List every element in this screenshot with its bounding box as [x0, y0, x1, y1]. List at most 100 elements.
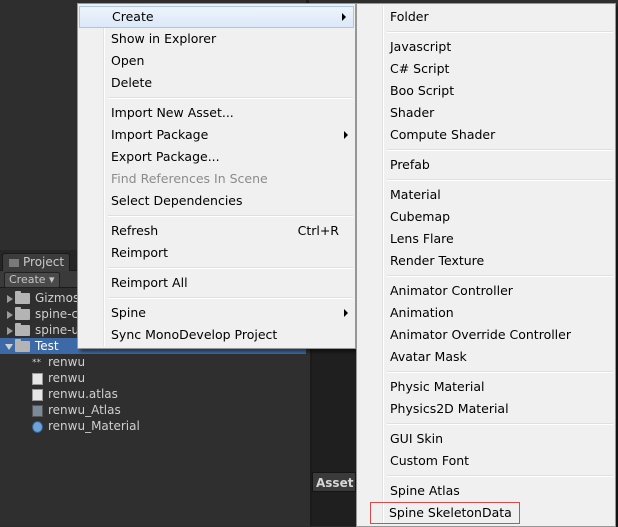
- menu-item-lens-flare[interactable]: Lens Flare: [357, 228, 615, 250]
- menu-item-boo-script[interactable]: Boo Script: [357, 80, 615, 102]
- tree-item-label: spine-c: [35, 307, 79, 321]
- menu-item-select-dependencies[interactable]: Select Dependencies: [78, 190, 355, 212]
- menu-item-csharp-script[interactable]: C# Script: [357, 58, 615, 80]
- context-menu: Create Show in Explorer Open Delete Impo…: [77, 3, 356, 349]
- menu-item-reimport[interactable]: Reimport: [78, 242, 355, 264]
- menu-item-label: Cubemap: [390, 209, 451, 224]
- menu-item-label: Refresh: [111, 223, 159, 238]
- menu-item-spine-skeletondata[interactable]: Spine SkeletonData: [370, 502, 520, 524]
- file-item[interactable]: renwu_Atlas: [0, 402, 310, 418]
- menu-item-label: Spine Atlas: [390, 483, 460, 498]
- menu-item-label: Javascript: [390, 39, 452, 54]
- menu-item-label: C# Script: [390, 61, 450, 76]
- menu-item-custom-font[interactable]: Custom Font: [357, 450, 615, 472]
- folder-icon: [15, 307, 30, 320]
- menu-item-label: Open: [111, 53, 145, 68]
- menu-item-gui-skin[interactable]: GUI Skin: [357, 428, 615, 450]
- menu-item-animation[interactable]: Animation: [357, 302, 615, 324]
- menu-item-refresh[interactable]: Refresh Ctrl+R: [78, 220, 355, 242]
- collapse-arrow-icon[interactable]: [5, 343, 13, 350]
- menu-item-label: Spine SkeletonData: [389, 505, 512, 520]
- expand-arrow-icon[interactable]: [7, 310, 13, 319]
- file-item[interactable]: renwu: [0, 370, 310, 386]
- menu-item-shader[interactable]: Shader: [357, 102, 615, 124]
- menu-item-cubemap[interactable]: Cubemap: [357, 206, 615, 228]
- tab-asset[interactable]: Asset: [312, 472, 356, 492]
- menu-item-label: Reimport All: [111, 275, 188, 290]
- menu-item-label: Show in Explorer: [111, 31, 217, 46]
- menu-separator: [108, 297, 353, 299]
- tab-project[interactable]: Project: [2, 253, 70, 271]
- menu-item-avatar-mask[interactable]: Avatar Mask: [357, 346, 615, 368]
- submenu-arrow-icon: [344, 131, 348, 139]
- menu-item-sync-monodevelop[interactable]: Sync MonoDevelop Project: [78, 324, 355, 346]
- menu-separator: [108, 215, 353, 217]
- menu-item-import-new-asset[interactable]: Import New Asset...: [78, 102, 355, 124]
- material-sphere-icon: [32, 420, 43, 433]
- folder-icon: [15, 339, 30, 352]
- menu-item-label: Animation: [390, 305, 454, 320]
- menu-separator: [387, 179, 613, 181]
- menu-item-prefab[interactable]: Prefab: [357, 154, 615, 176]
- menu-item-label: Material: [390, 187, 441, 202]
- menu-separator: [387, 149, 613, 151]
- file-label: renwu: [48, 371, 86, 385]
- expand-arrow-icon[interactable]: [7, 326, 13, 335]
- menu-item-compute-shader[interactable]: Compute Shader: [357, 124, 615, 146]
- menu-item-label: Avatar Mask: [390, 349, 467, 364]
- create-dropdown[interactable]: Create ▾: [4, 272, 60, 288]
- project-tab-icon: [9, 258, 19, 267]
- menu-item-label: Render Texture: [390, 253, 485, 268]
- menu-item-create[interactable]: Create: [79, 6, 354, 28]
- menu-item-label: Shader: [390, 105, 435, 120]
- menu-item-render-texture[interactable]: Render Texture: [357, 250, 615, 272]
- menu-item-import-package[interactable]: Import Package: [78, 124, 355, 146]
- menu-item-label: Reimport: [111, 245, 169, 260]
- atlas-asset-icon: [32, 404, 43, 417]
- menu-separator: [387, 475, 613, 477]
- file-item[interactable]: renwu.atlas: [0, 386, 310, 402]
- menu-item-delete[interactable]: Delete: [78, 72, 355, 94]
- menu-item-label: Boo Script: [390, 83, 455, 98]
- menu-item-open[interactable]: Open: [78, 50, 355, 72]
- file-label: renwu: [48, 355, 86, 369]
- menu-item-label: Select Dependencies: [111, 193, 243, 208]
- menu-item-folder[interactable]: Folder: [357, 6, 615, 28]
- menu-item-animator-controller[interactable]: Animator Controller: [357, 280, 615, 302]
- menu-item-animator-override-controller[interactable]: Animator Override Controller: [357, 324, 615, 346]
- menu-item-show-in-explorer[interactable]: Show in Explorer: [78, 28, 355, 50]
- text-file-icon: [32, 388, 43, 401]
- menu-item-label: Physic Material: [390, 379, 485, 394]
- text-file-icon: [32, 372, 43, 385]
- menu-item-label: Sync MonoDevelop Project: [111, 327, 278, 342]
- script-icon: **: [32, 357, 41, 368]
- menu-item-label: Create: [112, 9, 154, 24]
- expand-arrow-icon[interactable]: [7, 294, 13, 303]
- menu-item-export-package[interactable]: Export Package...: [78, 146, 355, 168]
- menu-item-physic-material[interactable]: Physic Material: [357, 376, 615, 398]
- file-label: renwu_Material: [48, 419, 140, 433]
- menu-separator: [387, 423, 613, 425]
- menu-item-label: Spine: [111, 305, 146, 320]
- menu-item-label: Prefab: [390, 157, 430, 172]
- menu-separator: [387, 275, 613, 277]
- menu-item-label: Delete: [111, 75, 153, 90]
- menu-item-spine-atlas[interactable]: Spine Atlas: [357, 480, 615, 502]
- menu-item-material[interactable]: Material: [357, 184, 615, 206]
- menu-item-find-references: Find References In Scene: [78, 168, 355, 190]
- menu-item-label: Animator Override Controller: [390, 327, 571, 342]
- tree-item-label: Gizmos: [35, 291, 80, 305]
- submenu-arrow-icon: [342, 13, 346, 21]
- menu-separator: [108, 97, 353, 99]
- menu-item-spine[interactable]: Spine: [78, 302, 355, 324]
- menu-separator: [108, 267, 353, 269]
- menu-item-reimport-all[interactable]: Reimport All: [78, 272, 355, 294]
- menu-item-javascript[interactable]: Javascript: [357, 36, 615, 58]
- menu-item-label: Folder: [390, 9, 429, 24]
- menu-separator: [387, 371, 613, 373]
- menu-item-label: Custom Font: [390, 453, 470, 468]
- file-item[interactable]: ** renwu: [0, 354, 310, 370]
- file-item[interactable]: renwu_Material: [0, 418, 310, 434]
- menu-item-physics2d-material[interactable]: Physics2D Material: [357, 398, 615, 420]
- tree-item-label: spine-u: [35, 323, 80, 337]
